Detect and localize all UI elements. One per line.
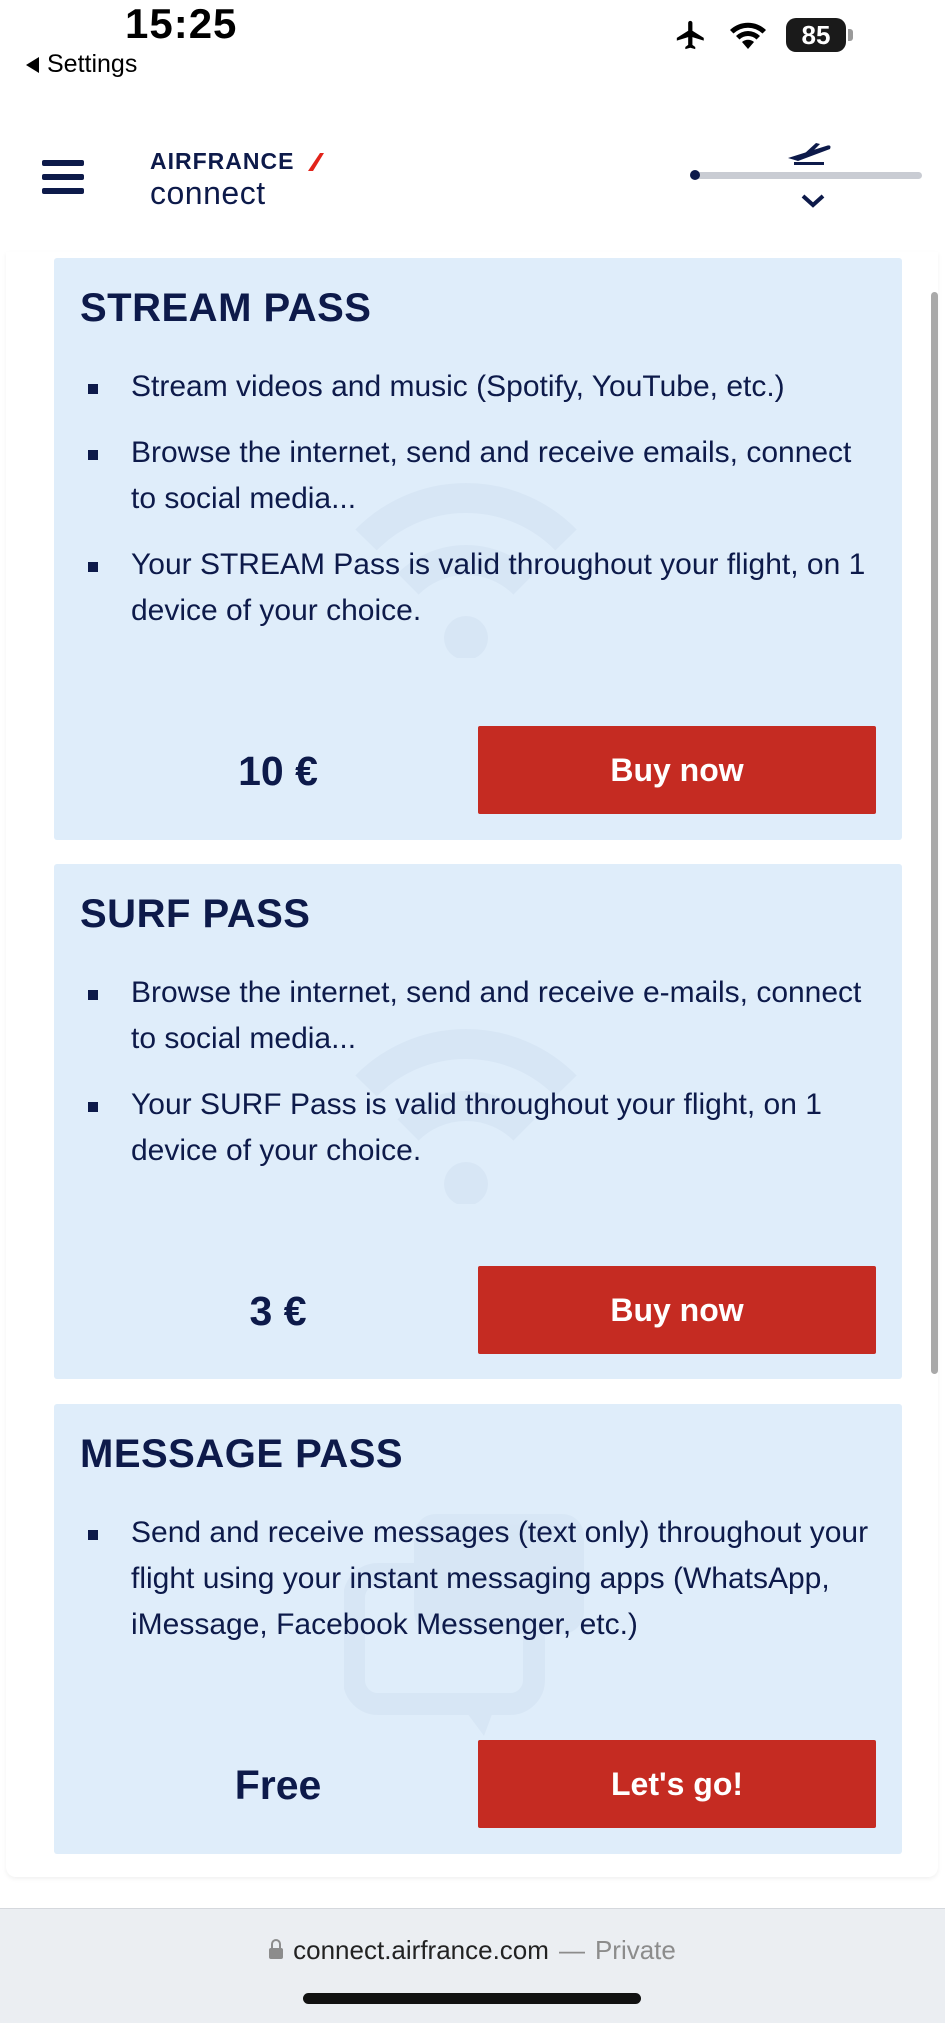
- message-pass-card: MESSAGE PASS Send and receive messages (…: [54, 1404, 902, 1854]
- back-label: Settings: [47, 50, 138, 78]
- pass-feature: Browse the internet, send and receive em…: [80, 430, 878, 522]
- airfrance-connect-logo[interactable]: AIRFRANCE connect: [150, 148, 325, 211]
- pass-price: 3 €: [249, 1288, 307, 1334]
- battery-indicator: 85: [786, 18, 853, 52]
- pass-title: SURF PASS: [80, 892, 311, 936]
- pass-price: 10 €: [238, 748, 318, 794]
- pass-feature: Stream videos and music (Spotify, YouTub…: [80, 364, 878, 410]
- private-label: Private: [594, 1935, 676, 1965]
- surf-pass-card: SURF PASS Browse the internet, send and …: [54, 864, 902, 1379]
- battery-level: 85: [786, 18, 846, 52]
- pass-title: MESSAGE PASS: [80, 1432, 404, 1476]
- flight-progress-marker: [690, 170, 700, 180]
- pass-price: Free: [234, 1762, 322, 1808]
- home-indicator[interactable]: [303, 1993, 641, 2004]
- content-panel: STREAM PASS Stream videos and music (Spo…: [6, 252, 938, 1877]
- flight-progress-track: [692, 172, 922, 179]
- pass-features: Stream videos and music (Spotify, YouTub…: [80, 364, 878, 654]
- back-to-settings[interactable]: Settings: [26, 50, 137, 79]
- flight-progress-toggle[interactable]: [690, 135, 925, 215]
- url-domain: connect.airfrance.com: [293, 1935, 549, 1965]
- wifi-icon: [730, 22, 766, 49]
- logo-stripe-icon: [308, 152, 325, 171]
- logo-airfrance-text: AIRFRANCE: [150, 148, 295, 174]
- battery-cap: [848, 29, 853, 41]
- pass-feature: Your STREAM Pass is valid throughout you…: [80, 542, 878, 634]
- chevron-down-icon: [801, 194, 825, 208]
- pass-features: Send and receive messages (text only) th…: [80, 1510, 878, 1668]
- url-display[interactable]: connect.airfrance.com — Private: [0, 1935, 945, 1966]
- status-icons: 85: [672, 18, 853, 52]
- hamburger-menu-icon[interactable]: [42, 160, 84, 194]
- buy-surf-pass-button[interactable]: Buy now: [478, 1266, 876, 1354]
- scrollbar[interactable]: [931, 292, 938, 1374]
- pass-feature: Your SURF Pass is valid throughout your …: [80, 1082, 878, 1174]
- logo-connect-text: connect: [150, 175, 266, 211]
- pass-features: Browse the internet, send and receive e-…: [80, 970, 878, 1194]
- airplane-takeoff-icon: [788, 143, 831, 165]
- url-separator: —: [558, 1935, 585, 1965]
- airplane-mode-icon: [676, 20, 704, 50]
- pass-feature: Browse the internet, send and receive e-…: [80, 970, 878, 1062]
- status-time: 15:25: [125, 0, 238, 47]
- pass-title: STREAM PASS: [80, 286, 372, 330]
- back-arrow-icon: [26, 56, 39, 73]
- lock-icon: [269, 1939, 284, 1959]
- pass-feature: Send and receive messages (text only) th…: [80, 1510, 878, 1648]
- start-message-pass-button[interactable]: Let's go!: [478, 1740, 876, 1828]
- buy-stream-pass-button[interactable]: Buy now: [478, 726, 876, 814]
- stream-pass-card: STREAM PASS Stream videos and music (Spo…: [54, 258, 902, 840]
